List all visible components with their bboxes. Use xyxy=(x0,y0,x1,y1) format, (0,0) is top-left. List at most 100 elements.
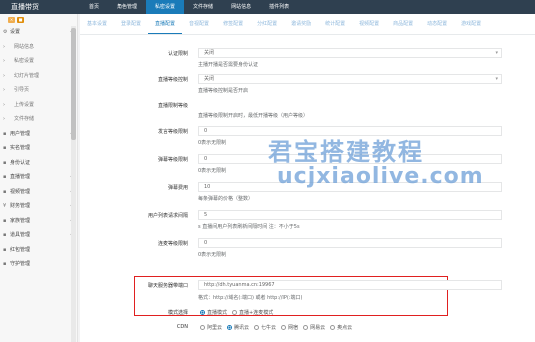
bullet-icon: › xyxy=(3,58,5,64)
sidebar-item[interactable]: › 幻灯片管理 xyxy=(0,69,77,84)
sidebar: × ■ ⚙设置‹›网站信息›私密设置›幻灯片管理›引导页›上传设置›文件存储▪用… xyxy=(0,14,78,342)
topnav-item-site-info[interactable]: 网站信息 xyxy=(222,0,260,14)
tab[interactable]: 商品配置 xyxy=(386,14,420,34)
menu-category-icon: ▪ xyxy=(3,188,7,195)
tab[interactable]: 邀请奖励 xyxy=(284,14,318,34)
tab[interactable]: 统计配置 xyxy=(318,14,352,34)
mode-option[interactable]: 直播+连麦模式 xyxy=(232,309,273,316)
bullet-icon: › xyxy=(3,87,5,93)
level-control-label: 直播等级控制 xyxy=(157,77,188,83)
radio-icon[interactable] xyxy=(200,325,205,330)
sidebar-item[interactable]: › 私密设置 xyxy=(0,54,77,69)
topnav-item-storage[interactable]: 文件存储 xyxy=(184,0,222,14)
scrollbar-thumb[interactable] xyxy=(71,28,76,140)
sidebar-item-label: 直播管理 xyxy=(10,174,31,180)
brand-title: 直播带货 xyxy=(11,3,39,11)
sidebar-item[interactable]: ▪视频管理‹ xyxy=(0,185,77,200)
radio-icon[interactable] xyxy=(281,325,287,330)
sidebar-item-label: 用户管理 xyxy=(10,130,31,137)
sidebar-item[interactable]: › 网站信息 xyxy=(0,40,77,55)
chat-server-label: 聊天服务器带端口 xyxy=(147,283,188,289)
sidebar-item[interactable]: ▪ 身份认证 xyxy=(0,156,77,171)
radio-icon[interactable] xyxy=(200,310,205,315)
mic-level-input[interactable]: 0 xyxy=(198,238,502,248)
menu-category-icon: ▪ xyxy=(3,159,7,166)
sidebar-item[interactable]: ⚙设置‹ xyxy=(0,25,77,40)
sidebar-item-label: 幻灯片管理 xyxy=(14,72,40,79)
tab[interactable]: 修签配置 xyxy=(216,14,250,34)
radio-icon[interactable] xyxy=(227,325,233,330)
cdn-option[interactable]: 七牛云 xyxy=(254,324,276,331)
sidebar-item[interactable]: › 文件存储 xyxy=(0,112,77,127)
watermark-en: ucjxiaolive.com xyxy=(277,164,484,189)
sidebar-item[interactable]: › 引导页 xyxy=(0,83,77,98)
sidebar-item[interactable]: ▪直播管理‹ xyxy=(0,170,77,185)
mode-option[interactable]: 直播模式 xyxy=(200,309,227,316)
radio-icon[interactable] xyxy=(232,310,238,315)
cdn-option[interactable]: 网易云 xyxy=(303,324,325,331)
menu-category-icon: ▪ xyxy=(3,232,7,238)
sidebar-item[interactable]: ▪ 实名管理 xyxy=(0,141,77,156)
auth-select[interactable]: 关闭 xyxy=(198,48,502,58)
sidebar-buttons: × ■ xyxy=(0,14,77,25)
sidebar-item[interactable]: ▪用户管理‹ xyxy=(0,127,77,142)
bullet-icon: › xyxy=(3,72,5,79)
topnav-item-plugins[interactable]: 插件列表 xyxy=(260,0,298,14)
cdn-option-label: 阿里云 xyxy=(207,325,223,331)
cdn-option[interactable]: 网宿 xyxy=(281,324,298,331)
top-nav: 首页 角色管理 私密设置 文件存储 网站信息 插件列表 xyxy=(80,0,298,14)
tab[interactable]: 登录配置 xyxy=(114,14,148,34)
sidebar-item[interactable]: ▪ 守护管理 xyxy=(0,257,77,272)
tab[interactable]: 游戏配置 xyxy=(454,14,488,34)
sidebar-item-label: 红包管理 xyxy=(10,246,31,253)
collapse-icon[interactable]: × xyxy=(8,16,15,23)
sidebar-scrollbar[interactable] xyxy=(71,26,76,342)
level-control-select[interactable]: 关闭 xyxy=(198,74,502,84)
tab[interactable]: 动态配置 xyxy=(420,14,454,34)
menu-category-icon: ¥ xyxy=(3,203,7,209)
auth-help: 主播开播是否需要身份认证 xyxy=(198,62,259,68)
tab[interactable]: 视频配置 xyxy=(352,14,386,34)
sidebar-item-label: 文件存储 xyxy=(14,116,35,122)
mic-level-help: 0表示无限制 xyxy=(198,252,227,258)
topnav-item-roles[interactable]: 角色管理 xyxy=(108,0,146,14)
cdn-option[interactable]: 腾讯云 xyxy=(227,324,249,331)
sidebar-item-label: 身份认证 xyxy=(10,159,31,166)
tab[interactable]: 分红配置 xyxy=(250,14,284,34)
sidebar-item[interactable]: › 上传设置 xyxy=(0,98,77,113)
tab-bar: 基本设置 登录配置 直播配置 音视配置 修签配置 分红配置 邀请奖励 统计配置 视频配置 商品配置… xyxy=(80,14,535,35)
menu-category-icon: ▪ xyxy=(3,130,7,137)
radio-icon[interactable] xyxy=(330,325,336,330)
cdn-option-label: 腾讯云 xyxy=(234,325,250,331)
menu-icon[interactable]: ■ xyxy=(17,16,24,23)
mode-option-label: 直播+连麦模式 xyxy=(239,310,274,316)
request-interval-input[interactable]: 5 xyxy=(198,210,502,220)
sidebar-item[interactable]: ▪ 红包管理 xyxy=(0,243,77,258)
level-limit-label: 直播限制等级 xyxy=(157,103,188,109)
mic-level-label: 连麦等级限制 xyxy=(157,241,188,247)
cdn-option[interactable]: 奥点云 xyxy=(330,324,352,331)
cdn-option[interactable]: 阿里云 xyxy=(200,324,222,331)
main-content: 基本设置 登录配置 直播配置 音视配置 修签配置 分红配置 邀请奖励 统计配置 视频配置 商品配置… xyxy=(80,14,535,342)
cdn-option-label: 奥点云 xyxy=(337,325,353,331)
bullet-icon: › xyxy=(3,43,5,50)
danmu-fee-help: 每条弹幕的价格（整数） xyxy=(198,196,254,202)
sidebar-item-label: 网站信息 xyxy=(14,43,35,50)
tab[interactable]: 直播配置 xyxy=(148,14,183,34)
danmu-fee-label: 弹幕费用 xyxy=(167,185,188,191)
tab[interactable]: 音视配置 xyxy=(182,14,216,34)
bullet-icon: › xyxy=(3,101,5,108)
radio-icon[interactable] xyxy=(303,325,309,330)
sidebar-item-label: 视频管理 xyxy=(10,188,31,195)
sidebar-item[interactable]: ¥财务管理‹ xyxy=(0,199,77,214)
topnav-item-home[interactable]: 首页 xyxy=(80,0,108,14)
auth-label: 认证限制 xyxy=(167,51,188,57)
radio-icon[interactable] xyxy=(254,325,260,330)
topnav-item-private[interactable]: 私密设置 xyxy=(146,0,185,14)
sidebar-item[interactable]: ▪家族管理‹ xyxy=(0,214,77,229)
chat-server-input[interactable]: http://dh.tyuanma.cn:19967 xyxy=(198,280,502,290)
mode-label: 模式选择 xyxy=(167,310,188,316)
tab[interactable]: 基本设置 xyxy=(80,14,114,34)
sidebar-item[interactable]: ▪道具管理‹ xyxy=(0,228,77,243)
cdn-label: CDN xyxy=(176,324,188,330)
